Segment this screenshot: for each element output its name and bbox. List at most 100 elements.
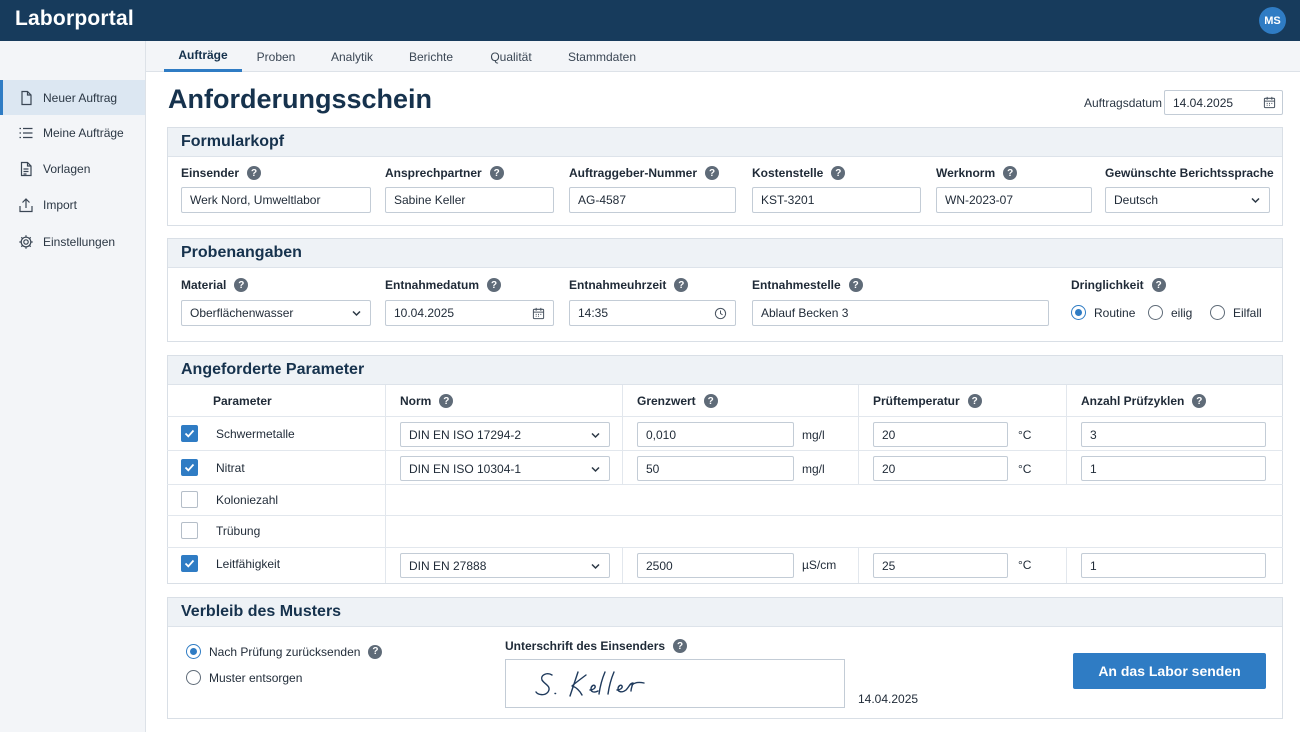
table-divider xyxy=(385,385,386,583)
sidebar-item-settings[interactable]: Einstellungen xyxy=(0,224,145,259)
help-icon[interactable]: ? xyxy=(703,394,718,408)
sidebar-item-label: Einstellungen xyxy=(43,234,116,249)
parameter-name: Trübung xyxy=(216,524,261,538)
help-icon[interactable]: ? xyxy=(1192,394,1207,408)
parameter-name: Leitfähigkeit xyxy=(216,557,281,571)
radio-button[interactable] xyxy=(1210,305,1225,320)
help-icon[interactable]: ? xyxy=(439,394,454,408)
help-icon[interactable]: ? xyxy=(489,166,504,180)
sidebar-item-my-orders[interactable]: Meine Aufträge xyxy=(0,115,145,150)
radio-button[interactable] xyxy=(186,670,201,685)
section-title: Verbleib des Musters xyxy=(168,598,1282,627)
norm-select[interactable]: DIN EN ISO 10304-1 xyxy=(400,456,610,481)
entnahmestelle-input[interactable]: Ablauf Becken 3 xyxy=(752,300,1049,326)
parameter-checkbox[interactable] xyxy=(181,522,198,539)
tab-stammdaten[interactable]: Stammdaten xyxy=(562,41,642,72)
column-header-prueftemperatur: Prüftemperatur? xyxy=(873,394,982,408)
limit-input[interactable]: 50 xyxy=(637,456,794,481)
table-divider xyxy=(167,515,1283,516)
parameter-checkbox[interactable] xyxy=(181,425,198,442)
help-icon[interactable]: ? xyxy=(967,394,982,408)
retention-radio-return[interactable]: Nach Prüfung zurücksenden? xyxy=(186,644,383,659)
entnahmestelle-label: Entnahmestelle? xyxy=(752,278,863,292)
order-date-label: Auftragsdatum xyxy=(1084,96,1163,110)
help-icon[interactable]: ? xyxy=(673,639,688,653)
limit-unit: mg/l xyxy=(802,462,825,476)
parameter-checkbox[interactable] xyxy=(181,555,198,572)
order-date-input[interactable]: 14.04.2025 xyxy=(1164,90,1283,115)
cycles-input[interactable]: 1 xyxy=(1081,456,1266,481)
help-icon[interactable]: ? xyxy=(674,278,689,292)
temperature-input[interactable]: 20 xyxy=(873,456,1008,481)
kostenstelle-input[interactable]: KST-3201 xyxy=(752,187,921,213)
top-bar: Laborportal MS xyxy=(0,0,1300,41)
help-icon[interactable]: ? xyxy=(247,166,262,180)
retention-radio-dispose[interactable]: Muster entsorgen xyxy=(186,670,302,685)
chevron-down-icon xyxy=(591,563,600,570)
tab-berichte[interactable]: Berichte xyxy=(400,41,462,72)
help-icon[interactable]: ? xyxy=(1151,278,1166,292)
tab-qualitaet[interactable]: Qualität xyxy=(480,41,542,72)
norm-select[interactable]: DIN EN ISO 17294-2 xyxy=(400,422,610,447)
temperature-unit: °C xyxy=(1018,558,1032,572)
cycles-input[interactable]: 1 xyxy=(1081,553,1266,578)
user-avatar[interactable]: MS xyxy=(1259,7,1286,34)
werknorm-input[interactable]: WN-2023-07 xyxy=(936,187,1092,213)
tab-bar: Aufträge Proben Analytik Berichte Qualit… xyxy=(146,41,1300,72)
help-icon[interactable]: ? xyxy=(1003,166,1018,180)
ansprechpartner-input[interactable]: Sabine Keller xyxy=(385,187,554,213)
norm-select[interactable]: DIN EN 27888 xyxy=(400,553,610,578)
table-divider xyxy=(1066,385,1067,484)
send-to-lab-button[interactable]: An das Labor senden xyxy=(1073,653,1266,689)
table-divider xyxy=(167,484,1283,485)
einsender-label: Einsender? xyxy=(181,166,262,180)
help-icon[interactable]: ? xyxy=(487,278,502,292)
calendar-icon[interactable] xyxy=(532,307,545,320)
help-icon[interactable]: ? xyxy=(705,166,720,180)
help-icon[interactable]: ? xyxy=(234,278,249,292)
parameter-checkbox[interactable] xyxy=(181,491,198,508)
limit-input[interactable]: 2500 xyxy=(637,553,794,578)
parameter-name: Schwermetalle xyxy=(216,427,295,441)
sidebar-item-label: Meine Aufträge xyxy=(43,125,124,140)
urgency-radio-eilig[interactable]: eilig xyxy=(1148,305,1192,320)
cycles-input[interactable]: 3 xyxy=(1081,422,1266,447)
signature-pad[interactable] xyxy=(505,659,845,708)
clock-icon[interactable] xyxy=(714,307,727,320)
calendar-icon[interactable] xyxy=(1263,96,1276,109)
entnahmedatum-input[interactable]: 10.04.2025 xyxy=(385,300,554,326)
entnahmeuhrzeit-input[interactable]: 14:35 xyxy=(569,300,736,326)
help-icon[interactable]: ? xyxy=(848,278,863,292)
column-header-grenzwert: Grenzwert? xyxy=(637,394,718,408)
material-select[interactable]: Oberflächenwasser xyxy=(181,300,371,326)
sidebar-item-import[interactable]: Import xyxy=(0,187,145,222)
app-title: Laborportal xyxy=(15,7,134,30)
berichtssprache-select[interactable]: Deutsch xyxy=(1105,187,1270,213)
sidebar-item-new-order[interactable]: Neuer Auftrag xyxy=(0,80,145,115)
radio-button[interactable] xyxy=(186,644,201,659)
parameter-checkbox[interactable] xyxy=(181,459,198,476)
auftraggeber-nummer-input[interactable]: AG-4587 xyxy=(569,187,736,213)
table-divider xyxy=(622,385,623,484)
temperature-input[interactable]: 25 xyxy=(873,553,1008,578)
radio-button[interactable] xyxy=(1148,305,1163,320)
radio-button[interactable] xyxy=(1071,305,1086,320)
tab-proben[interactable]: Proben xyxy=(246,41,306,72)
urgency-radio-eilfall[interactable]: Eilfall xyxy=(1210,305,1262,320)
gear-icon xyxy=(19,234,33,249)
limit-unit: µS/cm xyxy=(802,558,837,572)
urgency-radio-routine[interactable]: Routine xyxy=(1071,305,1135,320)
tab-analytik[interactable]: Analytik xyxy=(322,41,382,72)
sidebar-item-templates[interactable]: Vorlagen xyxy=(0,151,145,186)
tab-auftraege[interactable]: Aufträge xyxy=(164,41,242,72)
help-icon[interactable]: ? xyxy=(368,644,383,659)
einsender-input[interactable]: Werk Nord, Umweltlabor xyxy=(181,187,371,213)
limit-input[interactable]: 0,010 xyxy=(637,422,794,447)
help-icon[interactable]: ? xyxy=(831,166,846,180)
signature-date: 14.04.2025 xyxy=(858,692,919,706)
column-header-parameter: Parameter xyxy=(213,394,272,408)
chevron-down-icon xyxy=(1251,197,1260,204)
temperature-input[interactable]: 20 xyxy=(873,422,1008,447)
entnahmeuhrzeit-label: Entnahmeuhrzeit? xyxy=(569,278,689,292)
page-title: Anforderungsschein xyxy=(168,84,433,114)
